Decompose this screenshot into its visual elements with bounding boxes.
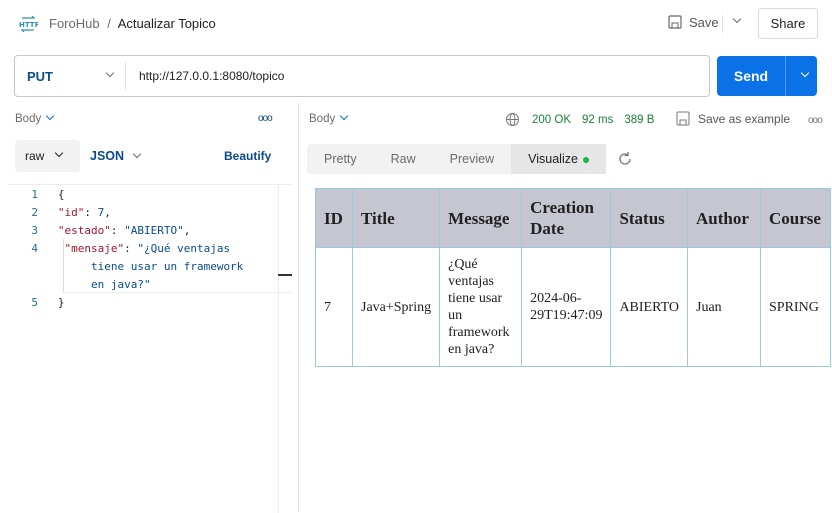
method-select[interactable]: PUT xyxy=(15,69,125,84)
json-label: JSON xyxy=(90,149,125,163)
response-size[interactable]: 389 B xyxy=(624,114,654,126)
table-cell: ¿Qué ventajas tiene usar un framework en… xyxy=(439,247,523,367)
save-icon xyxy=(668,15,682,29)
code-token: , xyxy=(183,224,191,237)
save-icon xyxy=(676,111,690,126)
more-options-icon[interactable]: ooo xyxy=(258,113,273,124)
table-cell: 2024-06-29T19:47:09 xyxy=(521,247,612,367)
line-number: 1 xyxy=(31,188,38,201)
tab-raw[interactable]: Raw xyxy=(374,144,433,174)
table-cell: ABIERTO xyxy=(610,247,689,367)
raw-select[interactable]: raw xyxy=(15,140,80,172)
response-body-dropdown[interactable]: Body xyxy=(309,111,349,125)
column-header: Creation Date xyxy=(521,188,612,248)
table-row: 7 Java+Spring ¿Qué ventajas tiene usar un … xyxy=(315,247,832,367)
table-cell: Juan xyxy=(687,247,762,367)
body-label: Body xyxy=(15,113,42,125)
code-token: "id" xyxy=(57,206,85,219)
chevron-down-icon xyxy=(800,68,809,78)
save-as-example-label: Save as example xyxy=(698,111,791,126)
save-as-example-button[interactable]: Save as example xyxy=(676,111,790,126)
raw-label: raw xyxy=(25,149,45,163)
tab-preview[interactable]: Preview xyxy=(433,144,511,174)
beautify-button[interactable]: Beautify xyxy=(224,149,271,163)
chevron-down-icon xyxy=(45,111,55,121)
chevron-down-icon xyxy=(55,148,64,158)
more-options-icon[interactable]: ooo xyxy=(808,115,823,126)
table-cell: 7 xyxy=(315,247,353,367)
column-header: Message xyxy=(439,188,523,248)
line-number: 3 xyxy=(31,224,38,237)
column-header: Status xyxy=(610,188,689,248)
http-icon: HTTP xyxy=(18,15,40,33)
visualize-output: ID Title Message Creation Date Status Author C… xyxy=(315,188,832,367)
body-dropdown[interactable]: Body xyxy=(15,111,55,125)
globe-icon xyxy=(506,113,519,126)
line-number: 2 xyxy=(31,206,38,219)
method-label: PUT xyxy=(27,68,53,84)
url-input[interactable]: http://127.0.0.1:8080/topico xyxy=(126,69,284,83)
code-line: 3 "estado": "ABIERTO", xyxy=(8,222,292,240)
breadcrumb-separator: / xyxy=(107,16,111,31)
status-badge[interactable]: 200 OK xyxy=(532,114,571,126)
code-token: { xyxy=(57,188,65,201)
line-number: 4 xyxy=(31,242,38,255)
tab-visualize[interactable]: Visualize xyxy=(511,144,606,174)
code-token: , xyxy=(104,206,111,219)
table-cell: SPRING xyxy=(760,247,832,367)
save-options-chevron-icon[interactable] xyxy=(728,14,742,28)
json-select[interactable]: JSON xyxy=(90,149,142,163)
column-header: ID xyxy=(315,188,353,248)
chevron-down-icon xyxy=(132,149,142,159)
tab-visualize-label: Visualize xyxy=(528,152,578,166)
save-label: Save xyxy=(689,14,719,30)
code-token: } xyxy=(57,296,65,309)
send-button-group: Send xyxy=(717,56,817,96)
column-header: Title xyxy=(351,188,441,248)
response-time[interactable]: 92 ms xyxy=(582,114,613,126)
code-token: "estado" xyxy=(57,224,111,237)
table-cell: Java+Spring xyxy=(351,247,441,367)
send-button[interactable]: Send xyxy=(717,56,785,96)
chevron-down-icon xyxy=(339,111,349,121)
active-dot-icon xyxy=(582,156,589,163)
code-line: 5 } xyxy=(8,294,292,312)
column-header: Course xyxy=(760,188,832,248)
save-button[interactable]: Save xyxy=(667,14,719,30)
response-meta: 200 OK 92 ms 389 B xyxy=(505,112,654,127)
chevron-down-icon xyxy=(105,68,115,78)
column-header: Author xyxy=(687,188,762,248)
breadcrumb: ForoHub / Actualizar Topico xyxy=(49,16,216,31)
line-number: 5 xyxy=(31,296,38,309)
code-line: 2 "id": 7, xyxy=(8,204,292,222)
request-bar: PUT http://127.0.0.1:8080/topico xyxy=(14,55,710,97)
code-token: : xyxy=(110,224,125,237)
breadcrumb-parent[interactable]: ForoHub xyxy=(49,16,100,31)
send-options-button[interactable] xyxy=(785,56,817,96)
code-token: "ABIERTO" xyxy=(124,224,184,237)
share-button[interactable]: Share xyxy=(758,8,818,39)
code-line: 1 { xyxy=(8,186,292,204)
code-editor[interactable]: 1 {2 "id": 7, 3 "estado": "ABIERTO", 4 "me… xyxy=(8,184,292,513)
tab-pretty[interactable]: Pretty xyxy=(307,144,374,174)
svg-text:HTTP: HTTP xyxy=(19,21,38,29)
page-title: Actualizar Topico xyxy=(117,16,216,31)
response-body-label: Body xyxy=(309,113,336,125)
response-tabs: Pretty Raw Preview Visualize xyxy=(307,144,606,174)
code-token: : xyxy=(84,206,98,219)
topics-table: ID Title Message Creation Date Status Author C… xyxy=(315,188,832,367)
refresh-icon[interactable] xyxy=(617,151,633,170)
